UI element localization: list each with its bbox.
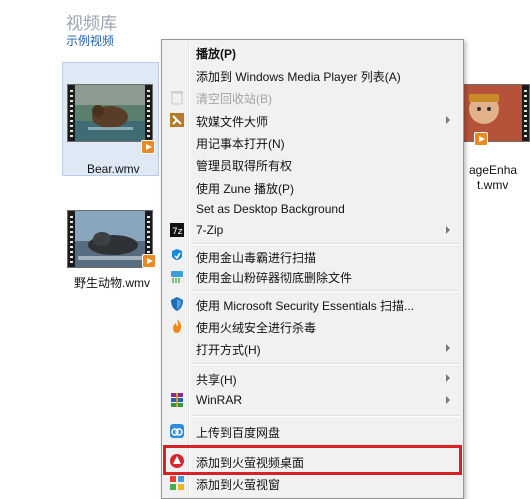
highlight-box	[163, 445, 462, 475]
file-master-icon	[169, 112, 185, 128]
menu-item-softmedia[interactable]: 软媒文件大师	[165, 110, 460, 130]
7zip-icon: 7z	[169, 222, 185, 238]
menu-item-label: 7-Zip	[196, 223, 224, 237]
menu-item-label: 使用 Zune 播放(P)	[196, 182, 295, 196]
menu-item-label: 播放(P)	[196, 47, 236, 61]
submenu-arrow-icon	[446, 344, 450, 352]
menu-item-empty-recycle-bin[interactable]: 清空回收站(B)	[165, 87, 460, 107]
context-menu: 播放(P) 添加到 Windows Media Player 列表(A) 清空回…	[161, 39, 464, 499]
shredder-icon	[169, 268, 185, 284]
menu-separator	[192, 290, 460, 292]
kingsoft-antivirus-icon	[169, 248, 185, 264]
menu-item-open-with[interactable]: 打开方式(H)	[165, 338, 460, 358]
library-subtitle[interactable]: 示例视频	[66, 32, 114, 49]
menu-item-label: 用记事本打开(N)	[196, 137, 285, 151]
menu-item-zune-play[interactable]: 使用 Zune 播放(P)	[165, 177, 460, 197]
menu-item-open-notepad[interactable]: 用记事本打开(N)	[165, 132, 460, 152]
menu-item-7zip[interactable]: 7z 7-Zip	[165, 220, 460, 240]
menu-item-label: 使用 Microsoft Security Essentials 扫描...	[196, 299, 415, 313]
menu-item-take-ownership[interactable]: 管理员取得所有权	[165, 154, 460, 174]
menu-separator	[192, 415, 460, 417]
menu-item-label: 清空回收站(B)	[196, 92, 272, 106]
menu-item-kingsoft-shred[interactable]: 使用金山粉碎器彻底删除文件	[165, 266, 460, 286]
menu-item-label: Set as Desktop Background	[196, 202, 345, 216]
video-file-badge-icon	[142, 254, 156, 268]
file-name-line2: t.wmv	[477, 178, 509, 192]
video-thumbnail	[462, 84, 530, 142]
menu-separator	[192, 243, 460, 245]
child-thumbnail-image	[462, 85, 529, 141]
menu-item-add-to-wmp[interactable]: 添加到 Windows Media Player 列表(A)	[165, 65, 460, 85]
menu-separator	[192, 363, 460, 365]
menu-item-label: 使用火绒安全进行杀毒	[196, 321, 317, 335]
mse-shield-icon	[169, 296, 185, 312]
menu-item-label: 使用金山粉碎器彻底删除文件	[196, 271, 353, 285]
video-file-badge-icon	[474, 132, 488, 146]
menu-item-set-desktop-background[interactable]: Set as Desktop Background	[165, 199, 460, 219]
video-thumbnail	[67, 210, 153, 268]
menu-item-label: 共享(H)	[196, 373, 237, 387]
menu-item-label: 添加到 Windows Media Player 列表(A)	[196, 70, 401, 84]
menu-item-mse-scan[interactable]: 使用 Microsoft Security Essentials 扫描...	[165, 294, 460, 314]
menu-item-share[interactable]: 共享(H)	[165, 368, 460, 388]
svg-text:7z: 7z	[172, 227, 183, 237]
video-thumbnail	[67, 84, 153, 142]
submenu-arrow-icon	[446, 116, 450, 124]
video-file-badge-icon	[141, 140, 155, 154]
submenu-arrow-icon	[446, 226, 450, 234]
huorong-flame-icon	[169, 318, 185, 334]
file-name: Bear.wmv	[87, 162, 140, 176]
menu-item-firefly-window[interactable]: 添加到火萤视窗	[165, 473, 460, 493]
file-name: 野生动物.wmv	[74, 276, 150, 290]
menu-item-label: WinRAR	[196, 393, 243, 407]
firefly-window-icon	[169, 475, 185, 491]
file-tile-bear[interactable]: Bear.wmv	[62, 62, 159, 176]
wildlife-thumbnail-image	[68, 211, 152, 267]
recycle-bin-icon	[169, 89, 185, 105]
library-title: 视频库	[66, 14, 117, 33]
submenu-arrow-icon	[446, 374, 450, 382]
menu-item-label: 软媒文件大师	[196, 115, 269, 129]
bear-thumbnail-image	[68, 85, 152, 141]
file-name-line1: ageEnha	[469, 163, 518, 177]
file-tile-wildlife[interactable]: 野生动物.wmv	[66, 205, 163, 295]
file-tile-partial[interactable]: ageEnha t.wmv	[462, 80, 530, 192]
menu-item-label: 使用金山毒霸进行扫描	[196, 251, 317, 265]
winrar-icon	[169, 392, 185, 408]
baidu-cloud-icon	[169, 423, 185, 439]
menu-item-kingsoft-scan[interactable]: 使用金山毒霸进行扫描	[165, 246, 460, 266]
menu-item-huorong-scan[interactable]: 使用火绒安全进行杀毒	[165, 316, 460, 336]
menu-item-label: 上传到百度网盘	[196, 426, 281, 440]
menu-item-play[interactable]: 播放(P)	[165, 42, 460, 62]
submenu-arrow-icon	[446, 396, 450, 404]
menu-item-baidu-upload[interactable]: 上传到百度网盘	[165, 421, 460, 441]
menu-item-winrar[interactable]: WinRAR	[165, 390, 460, 410]
menu-item-label: 添加到火萤视窗	[196, 478, 281, 492]
menu-item-label: 打开方式(H)	[196, 343, 261, 357]
menu-item-label: 管理员取得所有权	[196, 159, 293, 173]
